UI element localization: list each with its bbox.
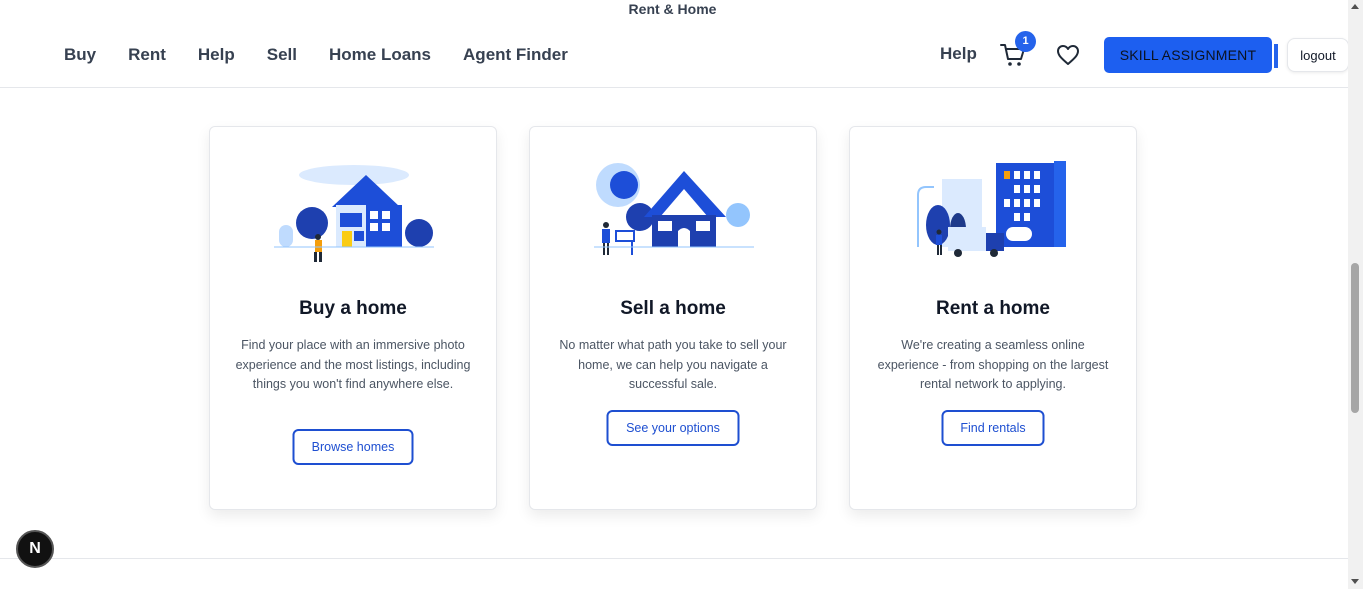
- help-link[interactable]: Help: [940, 44, 977, 64]
- scroll-down-icon[interactable]: [1351, 579, 1359, 584]
- nav-home-loans[interactable]: Home Loans: [329, 44, 431, 66]
- sell-home-illustration-icon: [594, 163, 754, 255]
- card-title: Sell a home: [620, 298, 726, 319]
- card-description: Find your place with an immersive photo …: [235, 338, 471, 392]
- skill-indicator-bar: [1274, 44, 1278, 68]
- dev-tools-badge[interactable]: N: [16, 530, 54, 568]
- site-header: Rent & Home Buy Rent Help Sell Home Loan…: [0, 0, 1349, 88]
- rent-home-illustration-icon: [917, 161, 1066, 257]
- cart-count-badge: 1: [1015, 31, 1036, 52]
- card-title: Rent a home: [935, 298, 1051, 319]
- main-nav: Buy Rent Help Sell Home Loans Agent Find…: [64, 44, 600, 66]
- buy-home-card: Buy a home Find your place with an immer…: [209, 126, 497, 510]
- scroll-up-icon[interactable]: [1351, 4, 1359, 9]
- card-description: No matter what path you take to sell you…: [559, 338, 787, 392]
- browse-homes-button[interactable]: Browse homes: [292, 429, 414, 465]
- rent-home-card: Rent a home We're creating a seamless on…: [849, 126, 1137, 510]
- nav-agent-finder[interactable]: Agent Finder: [463, 44, 568, 66]
- logout-button[interactable]: logout: [1287, 38, 1349, 72]
- card-description: We're creating a seamless online experie…: [877, 338, 1109, 392]
- nav-right: Help 1 SKILL ASSIGNMENT logout: [940, 31, 1349, 73]
- heart-icon[interactable]: [1056, 43, 1080, 67]
- find-rentals-button[interactable]: Find rentals: [941, 410, 1045, 446]
- nav-buy[interactable]: Buy: [64, 44, 96, 66]
- card-title: Buy a home: [299, 298, 407, 319]
- nav-help[interactable]: Help: [198, 44, 235, 66]
- nav-rent[interactable]: Rent: [128, 44, 166, 66]
- nav-sell[interactable]: Sell: [267, 44, 297, 66]
- scrollbar-thumb[interactable]: [1351, 263, 1359, 413]
- see-your-options-button[interactable]: See your options: [606, 410, 740, 446]
- scrollbar[interactable]: [1348, 0, 1363, 589]
- section-divider: [0, 558, 1348, 559]
- site-title: Rent & Home: [628, 1, 717, 17]
- sell-home-card: Sell a home No matter what path you take…: [529, 126, 817, 510]
- skill-assignment-button[interactable]: SKILL ASSIGNMENT: [1104, 37, 1272, 73]
- buy-home-illustration-icon: [274, 165, 434, 262]
